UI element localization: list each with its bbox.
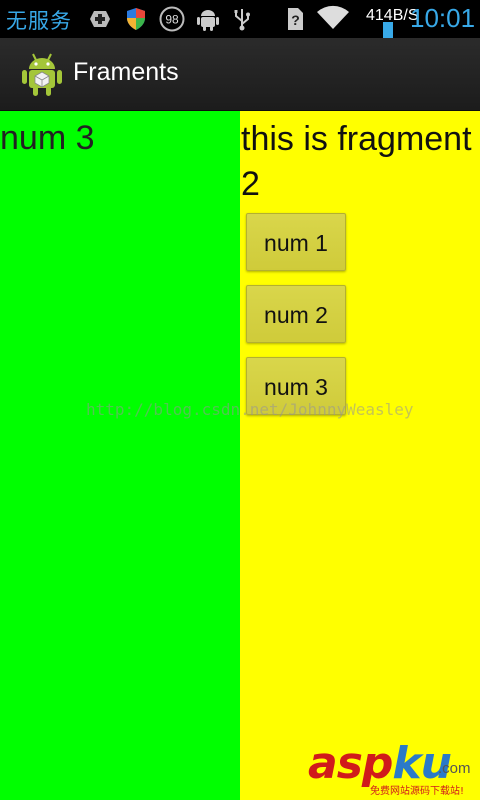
aspku-logo-watermark: aspku .com 免费网站源码下载站! (308, 738, 478, 798)
num-2-button[interactable]: num 2 (246, 285, 346, 343)
badge-98-icon: 98 (159, 6, 185, 32)
android-icon (197, 10, 219, 31)
app-title: Framents (73, 58, 179, 86)
clock-time: 10:01 (410, 3, 476, 33)
fragment-1-text: num 3 (0, 119, 95, 157)
no-sim-icon: ? (288, 8, 303, 30)
badge-number: 98 (165, 13, 179, 27)
battery-icon (383, 22, 393, 38)
num-1-button[interactable]: num 1 (246, 213, 346, 271)
fragment-2-title: this is fragment 2 (241, 120, 472, 203)
carrier-label: 无服务 (6, 9, 72, 33)
shield-icon (127, 8, 145, 30)
plus-box-icon (90, 11, 110, 27)
svg-text:?: ? (291, 12, 300, 28)
fragment-1-panel: num 3 (0, 111, 240, 800)
blog-watermark: http://blog.csdn.net/JohnnyWeasley (86, 400, 414, 419)
usb-icon (234, 9, 250, 31)
fragment-2-panel: this is fragment 2 num 1 num 2 num 3 (240, 111, 480, 800)
wifi-icon (317, 5, 349, 29)
logo-dotcom: .com (438, 760, 471, 777)
status-bar: 无服务 98 ? 414B/S 10:01 (0, 0, 480, 38)
action-bar: Framents (0, 38, 480, 112)
android-app-icon[interactable] (22, 52, 62, 96)
logo-tagline: 免费网站源码下载站! (370, 786, 465, 797)
